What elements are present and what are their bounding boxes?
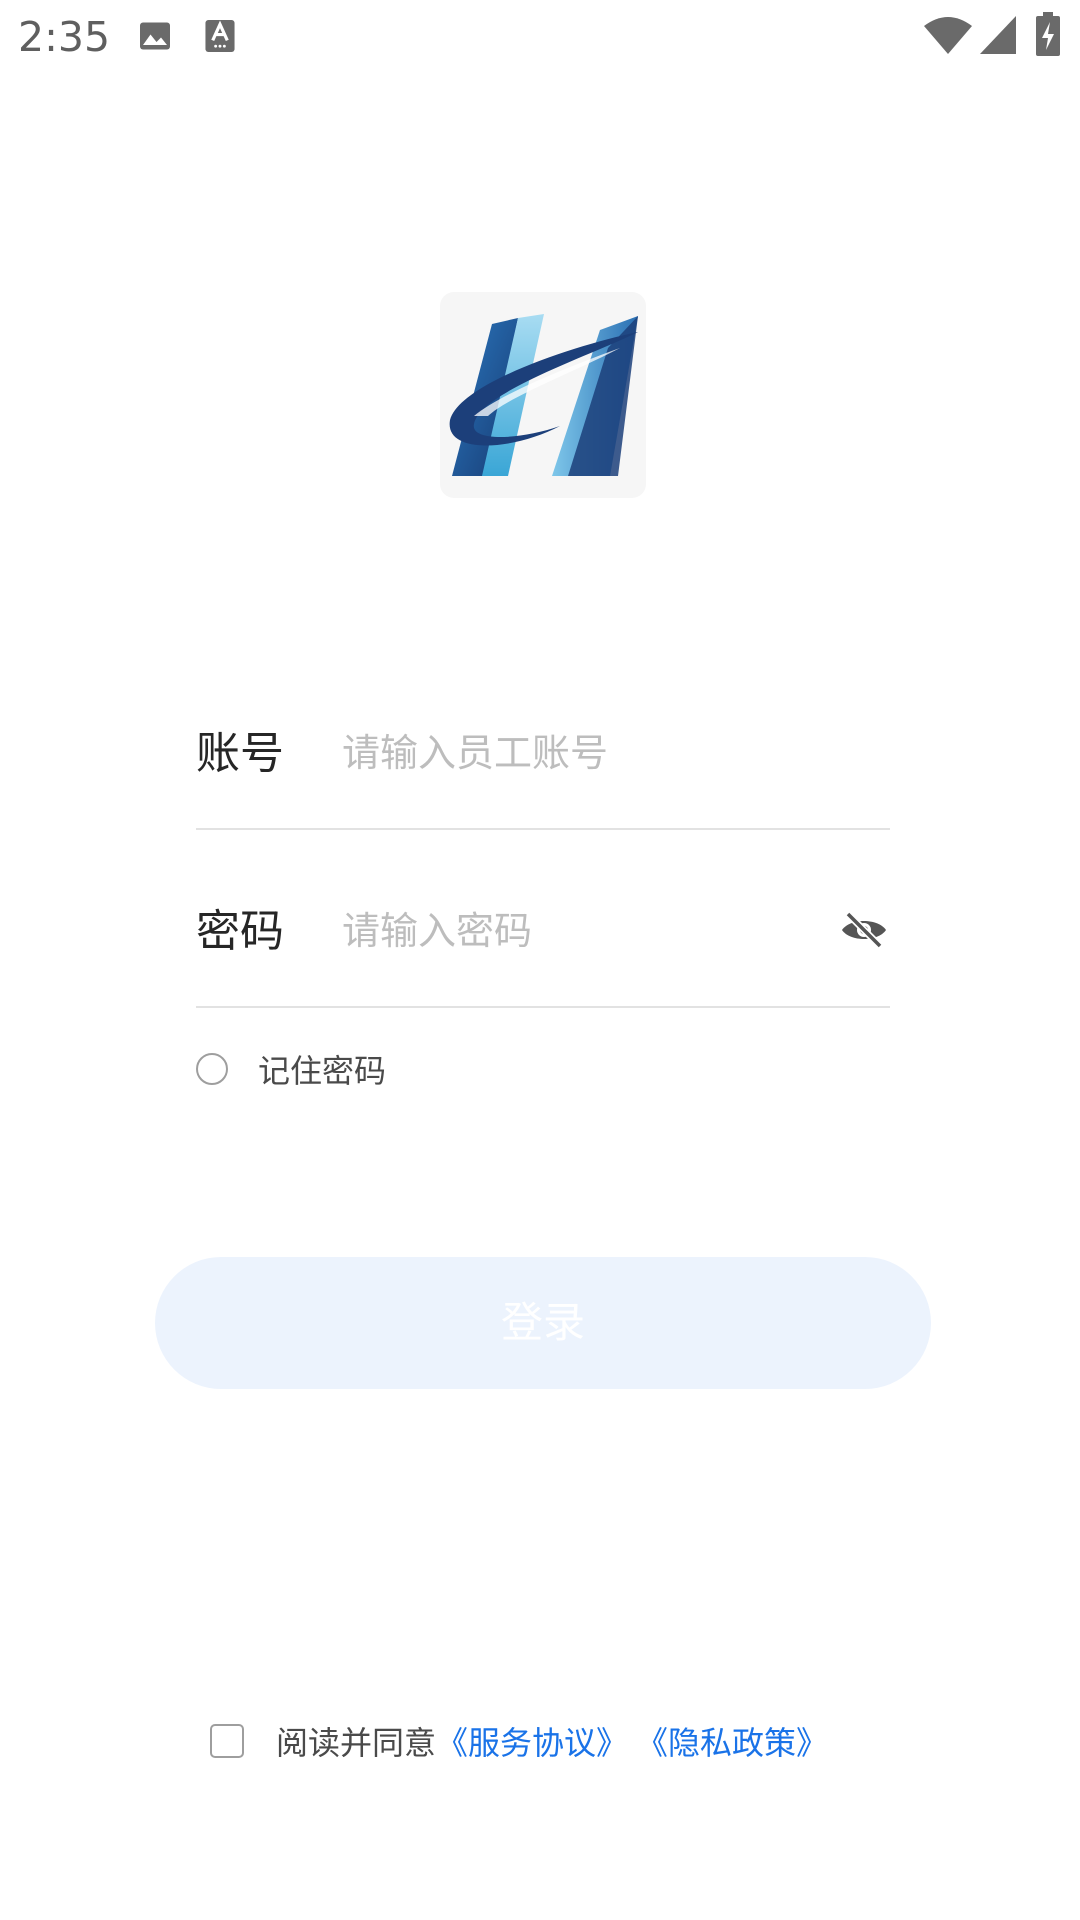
company-logo-h <box>449 314 638 476</box>
password-row: 密码 <box>196 858 890 1008</box>
remember-password-label: 记住密码 <box>258 1052 387 1090</box>
account-row: 账号 <box>196 680 890 830</box>
privacy-policy-link[interactable]: 《隐私政策》 <box>636 1718 828 1764</box>
remember-password-radio[interactable] <box>196 1053 228 1085</box>
password-input[interactable] <box>342 896 782 966</box>
wifi-icon <box>924 16 972 58</box>
password-divider <box>196 1006 890 1008</box>
agreement-text: 阅读并同意 <box>276 1724 437 1762</box>
password-label: 密码 <box>196 906 284 957</box>
remember-password-option[interactable]: 记住密码 <box>196 1046 386 1092</box>
text-format-icon <box>204 18 236 58</box>
account-divider <box>196 828 890 830</box>
eye-off-icon <box>842 911 886 949</box>
signal-icon <box>980 16 1016 58</box>
battery-charging-icon <box>1036 12 1060 60</box>
image-icon <box>137 18 173 58</box>
login-screen: 2:35 账号 请输入员工账号 密码 记住密码 登录 阅读并同意 《服务协议》 … <box>0 0 1080 1920</box>
login-button[interactable]: 登录 <box>155 1257 931 1389</box>
agreement-row: 阅读并同意 《服务协议》 《隐私政策》 <box>210 1716 828 1766</box>
agreement-checkbox[interactable] <box>210 1724 244 1758</box>
service-agreement-link[interactable]: 《服务协议》 <box>436 1718 628 1764</box>
app-logo <box>440 292 646 498</box>
account-input[interactable] <box>342 718 782 788</box>
password-visibility-toggle[interactable] <box>838 908 890 952</box>
status-time: 2:35 <box>18 13 111 61</box>
status-bar: 2:35 <box>0 0 1080 78</box>
account-label: 账号 <box>196 728 284 779</box>
